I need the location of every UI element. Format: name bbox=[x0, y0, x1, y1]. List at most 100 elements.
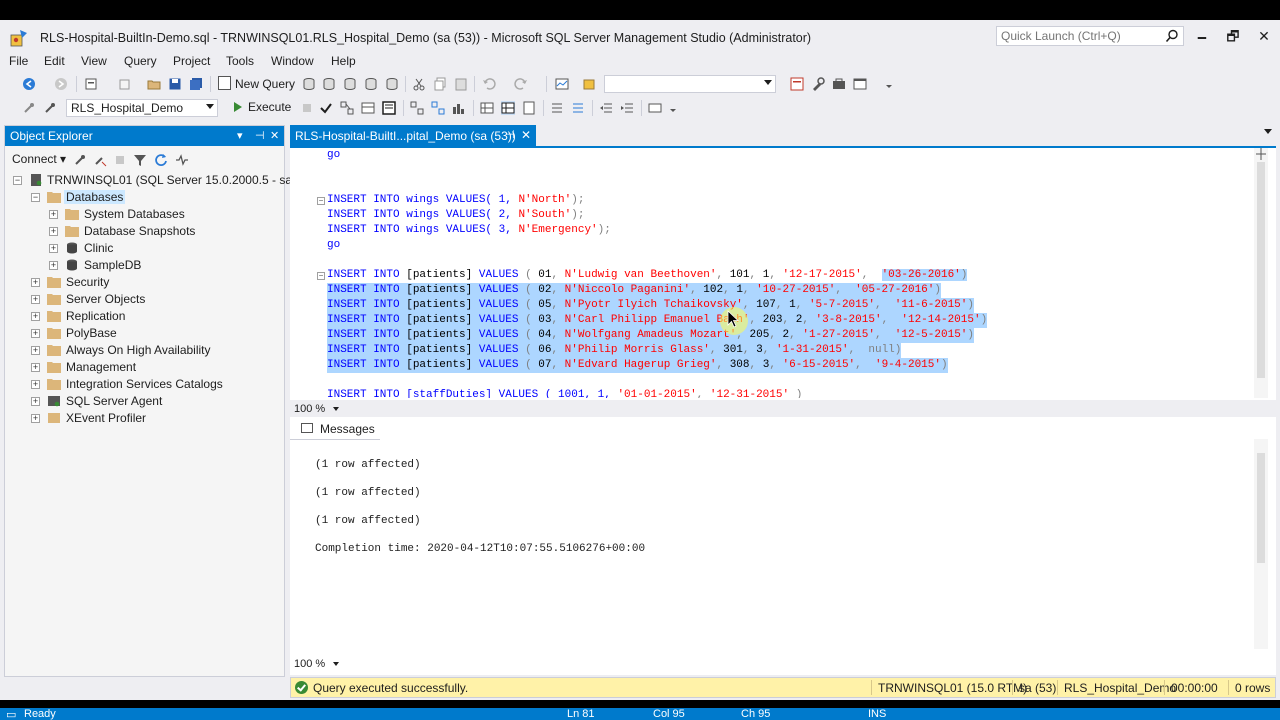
activity-monitor-icon[interactable] bbox=[555, 77, 569, 91]
messages-zoom-combo[interactable]: 100 % bbox=[294, 658, 340, 672]
uncomment-icon[interactable] bbox=[571, 101, 585, 115]
close-button[interactable]: ✕ bbox=[1254, 27, 1274, 45]
close-icon[interactable]: ✕ bbox=[270, 129, 279, 142]
toolbar-options-icon[interactable] bbox=[666, 101, 680, 115]
database-query-icon[interactable] bbox=[302, 77, 316, 91]
minimize-button[interactable]: 🗕 bbox=[1192, 27, 1212, 45]
undo-icon[interactable] bbox=[482, 77, 496, 91]
menu-help[interactable]: Help bbox=[329, 54, 358, 68]
include-actual-plan-icon[interactable] bbox=[410, 101, 424, 115]
results-to-file-icon[interactable] bbox=[522, 101, 536, 115]
open-folder-icon[interactable] bbox=[147, 77, 161, 91]
save-icon[interactable] bbox=[168, 77, 182, 91]
menu-file[interactable]: File bbox=[7, 54, 30, 68]
results-grid-selected-icon[interactable] bbox=[501, 101, 515, 115]
results-to-text-icon[interactable] bbox=[382, 101, 396, 115]
back-arrow-icon[interactable] bbox=[22, 77, 36, 91]
expand-toggle[interactable]: + bbox=[49, 227, 58, 236]
toolbox-icon[interactable] bbox=[832, 77, 846, 91]
expand-toggle[interactable]: + bbox=[31, 397, 40, 406]
quick-launch-input[interactable] bbox=[997, 27, 1165, 45]
sql-editor[interactable]: go INSERT INTO wings VALUES( 1, N'North'… bbox=[290, 148, 1276, 400]
expand-toggle[interactable]: + bbox=[31, 329, 40, 338]
menu-view[interactable]: View bbox=[79, 54, 109, 68]
chevron-down-icon[interactable] bbox=[333, 662, 340, 666]
paste-icon[interactable] bbox=[454, 77, 468, 91]
chevron-down-icon[interactable] bbox=[206, 104, 214, 109]
menu-edit[interactable]: Edit bbox=[42, 54, 67, 68]
new-project-icon[interactable] bbox=[84, 77, 98, 91]
expand-toggle[interactable]: + bbox=[31, 380, 40, 389]
expand-toggle[interactable]: + bbox=[31, 363, 40, 372]
dmx-query-icon[interactable] bbox=[343, 77, 357, 91]
connect-dropdown[interactable]: Connect ▾ bbox=[12, 152, 66, 166]
menu-query[interactable]: Query bbox=[122, 54, 159, 68]
search-icon[interactable] bbox=[1165, 29, 1179, 43]
pin-icon[interactable]: ⊣ bbox=[255, 129, 265, 142]
change-connection-icon[interactable] bbox=[43, 101, 57, 115]
split-window-icon[interactable] bbox=[1256, 148, 1266, 160]
chevron-down-icon[interactable] bbox=[333, 407, 340, 411]
toolbar-options-icon[interactable] bbox=[882, 77, 896, 91]
tab-query-editor[interactable]: RLS-Hospital-BuiltI...pital_Demo (sa (53… bbox=[290, 125, 536, 146]
messages-vertical-scrollbar[interactable] bbox=[1254, 439, 1268, 649]
editor-zoom-combo[interactable]: 100 % bbox=[294, 403, 340, 417]
expand-toggle[interactable]: + bbox=[31, 295, 40, 304]
connect-object-explorer-icon[interactable] bbox=[73, 153, 87, 167]
results-to-grid-icon[interactable] bbox=[480, 101, 494, 115]
save-all-icon[interactable] bbox=[189, 77, 203, 91]
expand-toggle[interactable]: + bbox=[49, 244, 58, 253]
comment-out-icon[interactable] bbox=[550, 101, 564, 115]
redo-icon[interactable] bbox=[514, 77, 528, 91]
code-area[interactable]: go INSERT INTO wings VALUES( 1, N'North'… bbox=[327, 148, 1255, 398]
client-statistics-icon[interactable] bbox=[452, 101, 466, 115]
available-databases-combo[interactable]: RLS_Hospital_Demo bbox=[66, 99, 218, 117]
new-query-button[interactable]: New Query bbox=[218, 76, 295, 91]
scrollbar-thumb[interactable] bbox=[1257, 453, 1265, 563]
filter-icon[interactable] bbox=[133, 153, 147, 167]
collapse-region-icon[interactable]: − bbox=[317, 197, 325, 205]
copy-icon[interactable] bbox=[433, 77, 447, 91]
close-icon[interactable]: ✕ bbox=[521, 128, 531, 142]
dax-query-icon[interactable] bbox=[385, 77, 399, 91]
find-in-files-icon[interactable] bbox=[583, 77, 597, 91]
collapse-region-icon[interactable]: − bbox=[317, 272, 325, 280]
execute-button[interactable]: Execute bbox=[234, 100, 291, 114]
expand-toggle[interactable]: + bbox=[49, 210, 58, 219]
live-query-stats-icon[interactable] bbox=[431, 101, 445, 115]
solution-explorer-icon[interactable] bbox=[790, 77, 804, 91]
activity-monitor-icon[interactable] bbox=[175, 153, 189, 167]
estimated-plan-icon[interactable] bbox=[340, 101, 354, 115]
editor-vertical-scrollbar[interactable] bbox=[1254, 148, 1268, 398]
find-combo[interactable] bbox=[604, 75, 776, 93]
tab-overflow-chevron-icon[interactable] bbox=[1264, 129, 1272, 134]
stop-icon[interactable] bbox=[113, 153, 127, 167]
expand-toggle[interactable]: + bbox=[31, 346, 40, 355]
properties-icon[interactable] bbox=[811, 77, 825, 91]
quick-launch-box[interactable] bbox=[996, 26, 1184, 46]
forward-arrow-icon[interactable] bbox=[54, 77, 68, 91]
cancel-query-icon[interactable] bbox=[300, 101, 314, 115]
add-item-icon[interactable] bbox=[118, 77, 132, 91]
mdx-query-icon[interactable] bbox=[322, 77, 336, 91]
disconnect-icon[interactable] bbox=[93, 153, 107, 167]
cut-icon[interactable] bbox=[412, 77, 426, 91]
tab-messages[interactable]: Messages bbox=[290, 417, 380, 440]
parse-checkmark-icon[interactable] bbox=[319, 101, 333, 115]
expand-toggle[interactable]: + bbox=[31, 414, 40, 423]
collapse-toggle[interactable]: − bbox=[13, 176, 22, 185]
window-position-dropdown[interactable]: ▾ bbox=[237, 129, 243, 142]
expand-toggle[interactable]: + bbox=[31, 312, 40, 321]
window-layout-icon[interactable] bbox=[853, 77, 867, 91]
decrease-indent-icon[interactable] bbox=[599, 101, 613, 115]
menu-project[interactable]: Project bbox=[171, 54, 212, 68]
collapse-toggle[interactable]: − bbox=[31, 193, 40, 202]
connect-icon[interactable] bbox=[22, 101, 36, 115]
specify-template-values-icon[interactable] bbox=[648, 101, 662, 115]
expand-toggle[interactable]: + bbox=[31, 278, 40, 287]
menu-tools[interactable]: Tools bbox=[224, 54, 256, 68]
maximize-button[interactable]: 🗗 bbox=[1223, 27, 1243, 45]
scrollbar-thumb[interactable] bbox=[1257, 162, 1265, 378]
increase-indent-icon[interactable] bbox=[620, 101, 634, 115]
pin-icon[interactable]: ⊣ bbox=[505, 128, 515, 141]
